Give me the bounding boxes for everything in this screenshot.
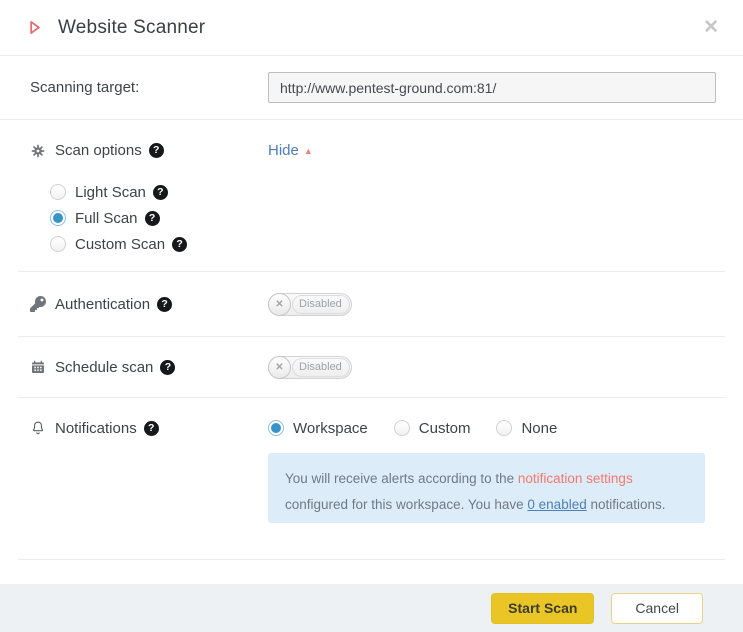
cancel-button[interactable]: Cancel [611,592,703,624]
notifications-label: Notifications [55,419,137,437]
radio-label: Custom [418,419,471,437]
radio-custom[interactable]: Custom [393,415,471,441]
toggle-x-icon: ✕ [268,292,291,316]
gear-icon [30,143,46,159]
radio-button[interactable] [393,420,410,436]
scan-options-label: Scan options [55,142,142,159]
scan-options-section: Scan options ? Hide ▲ Light Scan ? Full … [18,120,725,272]
radio-button[interactable] [50,184,66,200]
notification-settings-link[interactable]: notification settings [518,471,633,486]
hide-toggle-link[interactable]: Hide ▲ [268,142,313,159]
scan-type-radio-group: Light Scan ? Full Scan ? Custom Scan ? [50,179,725,257]
info-text: notifications. [586,497,666,513]
notifications-section: Notifications ? Workspace Custom None Yo… [18,398,725,560]
authentication-row: Authentication ? ✕ Disabled [18,272,725,337]
help-icon[interactable]: ? [144,210,160,226]
caret-up-icon: ▲ [303,145,313,156]
toggle-x-icon: ✕ [268,355,291,379]
radio-light-scan[interactable]: Light Scan ? [50,179,725,205]
radio-button[interactable] [50,236,66,252]
help-icon[interactable]: ? [143,420,159,436]
radio-label: Custom Scan [75,235,166,253]
radio-label: None [521,419,558,437]
radio-workspace[interactable]: Workspace [268,415,368,441]
website-scanner-modal: Website Scanner ✕ Scanning target: http:… [0,0,743,632]
scanning-target-input[interactable] [268,72,716,103]
close-icon[interactable]: ✕ [703,18,719,37]
radio-label: Light Scan [75,183,146,201]
info-text: You will receive alerts according to the [285,471,518,486]
radio-custom-scan[interactable]: Custom Scan ? [50,231,725,257]
info-text: configured for this workspace. You have [285,497,528,513]
radio-label: Full Scan [75,209,138,227]
play-icon [24,17,45,38]
page-title: Website Scanner [58,16,206,38]
schedule-scan-label: Schedule scan [55,358,154,376]
radio-button[interactable] [496,420,513,436]
radio-button[interactable] [50,210,66,226]
radio-none[interactable]: None [496,415,557,441]
notification-info-box: You will receive alerts according to the… [268,453,705,523]
scanning-target-row: Scanning target: [0,56,743,120]
scanning-target-label-col: Scanning target: [30,79,268,96]
authentication-label: Authentication [55,295,151,313]
modal-header: Website Scanner ✕ [0,0,743,56]
calendar-icon [30,359,46,375]
modal-footer: Start Scan Cancel [0,584,743,632]
enabled-notifications-link[interactable]: 0 enabled [527,497,586,512]
key-icon [30,296,46,312]
toggle-status-label: Disabled [299,298,342,310]
help-icon[interactable]: ? [172,236,188,252]
help-icon[interactable]: ? [148,143,164,158]
help-icon[interactable]: ? [160,359,176,375]
bell-icon [30,420,46,436]
radio-label: Workspace [293,419,368,437]
schedule-scan-toggle[interactable]: ✕ Disabled [268,355,352,379]
hide-link-label: Hide [268,142,299,159]
schedule-scan-row: Schedule scan ? ✕ Disabled [18,337,725,398]
radio-full-scan[interactable]: Full Scan ? [50,205,725,231]
toggle-status-label: Disabled [299,361,342,373]
scanning-target-label: Scanning target: [30,79,140,96]
help-icon[interactable]: ? [157,296,173,312]
start-scan-button[interactable]: Start Scan [491,592,595,624]
help-icon[interactable]: ? [152,184,168,200]
authentication-toggle[interactable]: ✕ Disabled [268,292,352,316]
radio-button[interactable] [268,420,284,436]
notifications-radio-group: Workspace Custom None [268,415,557,441]
